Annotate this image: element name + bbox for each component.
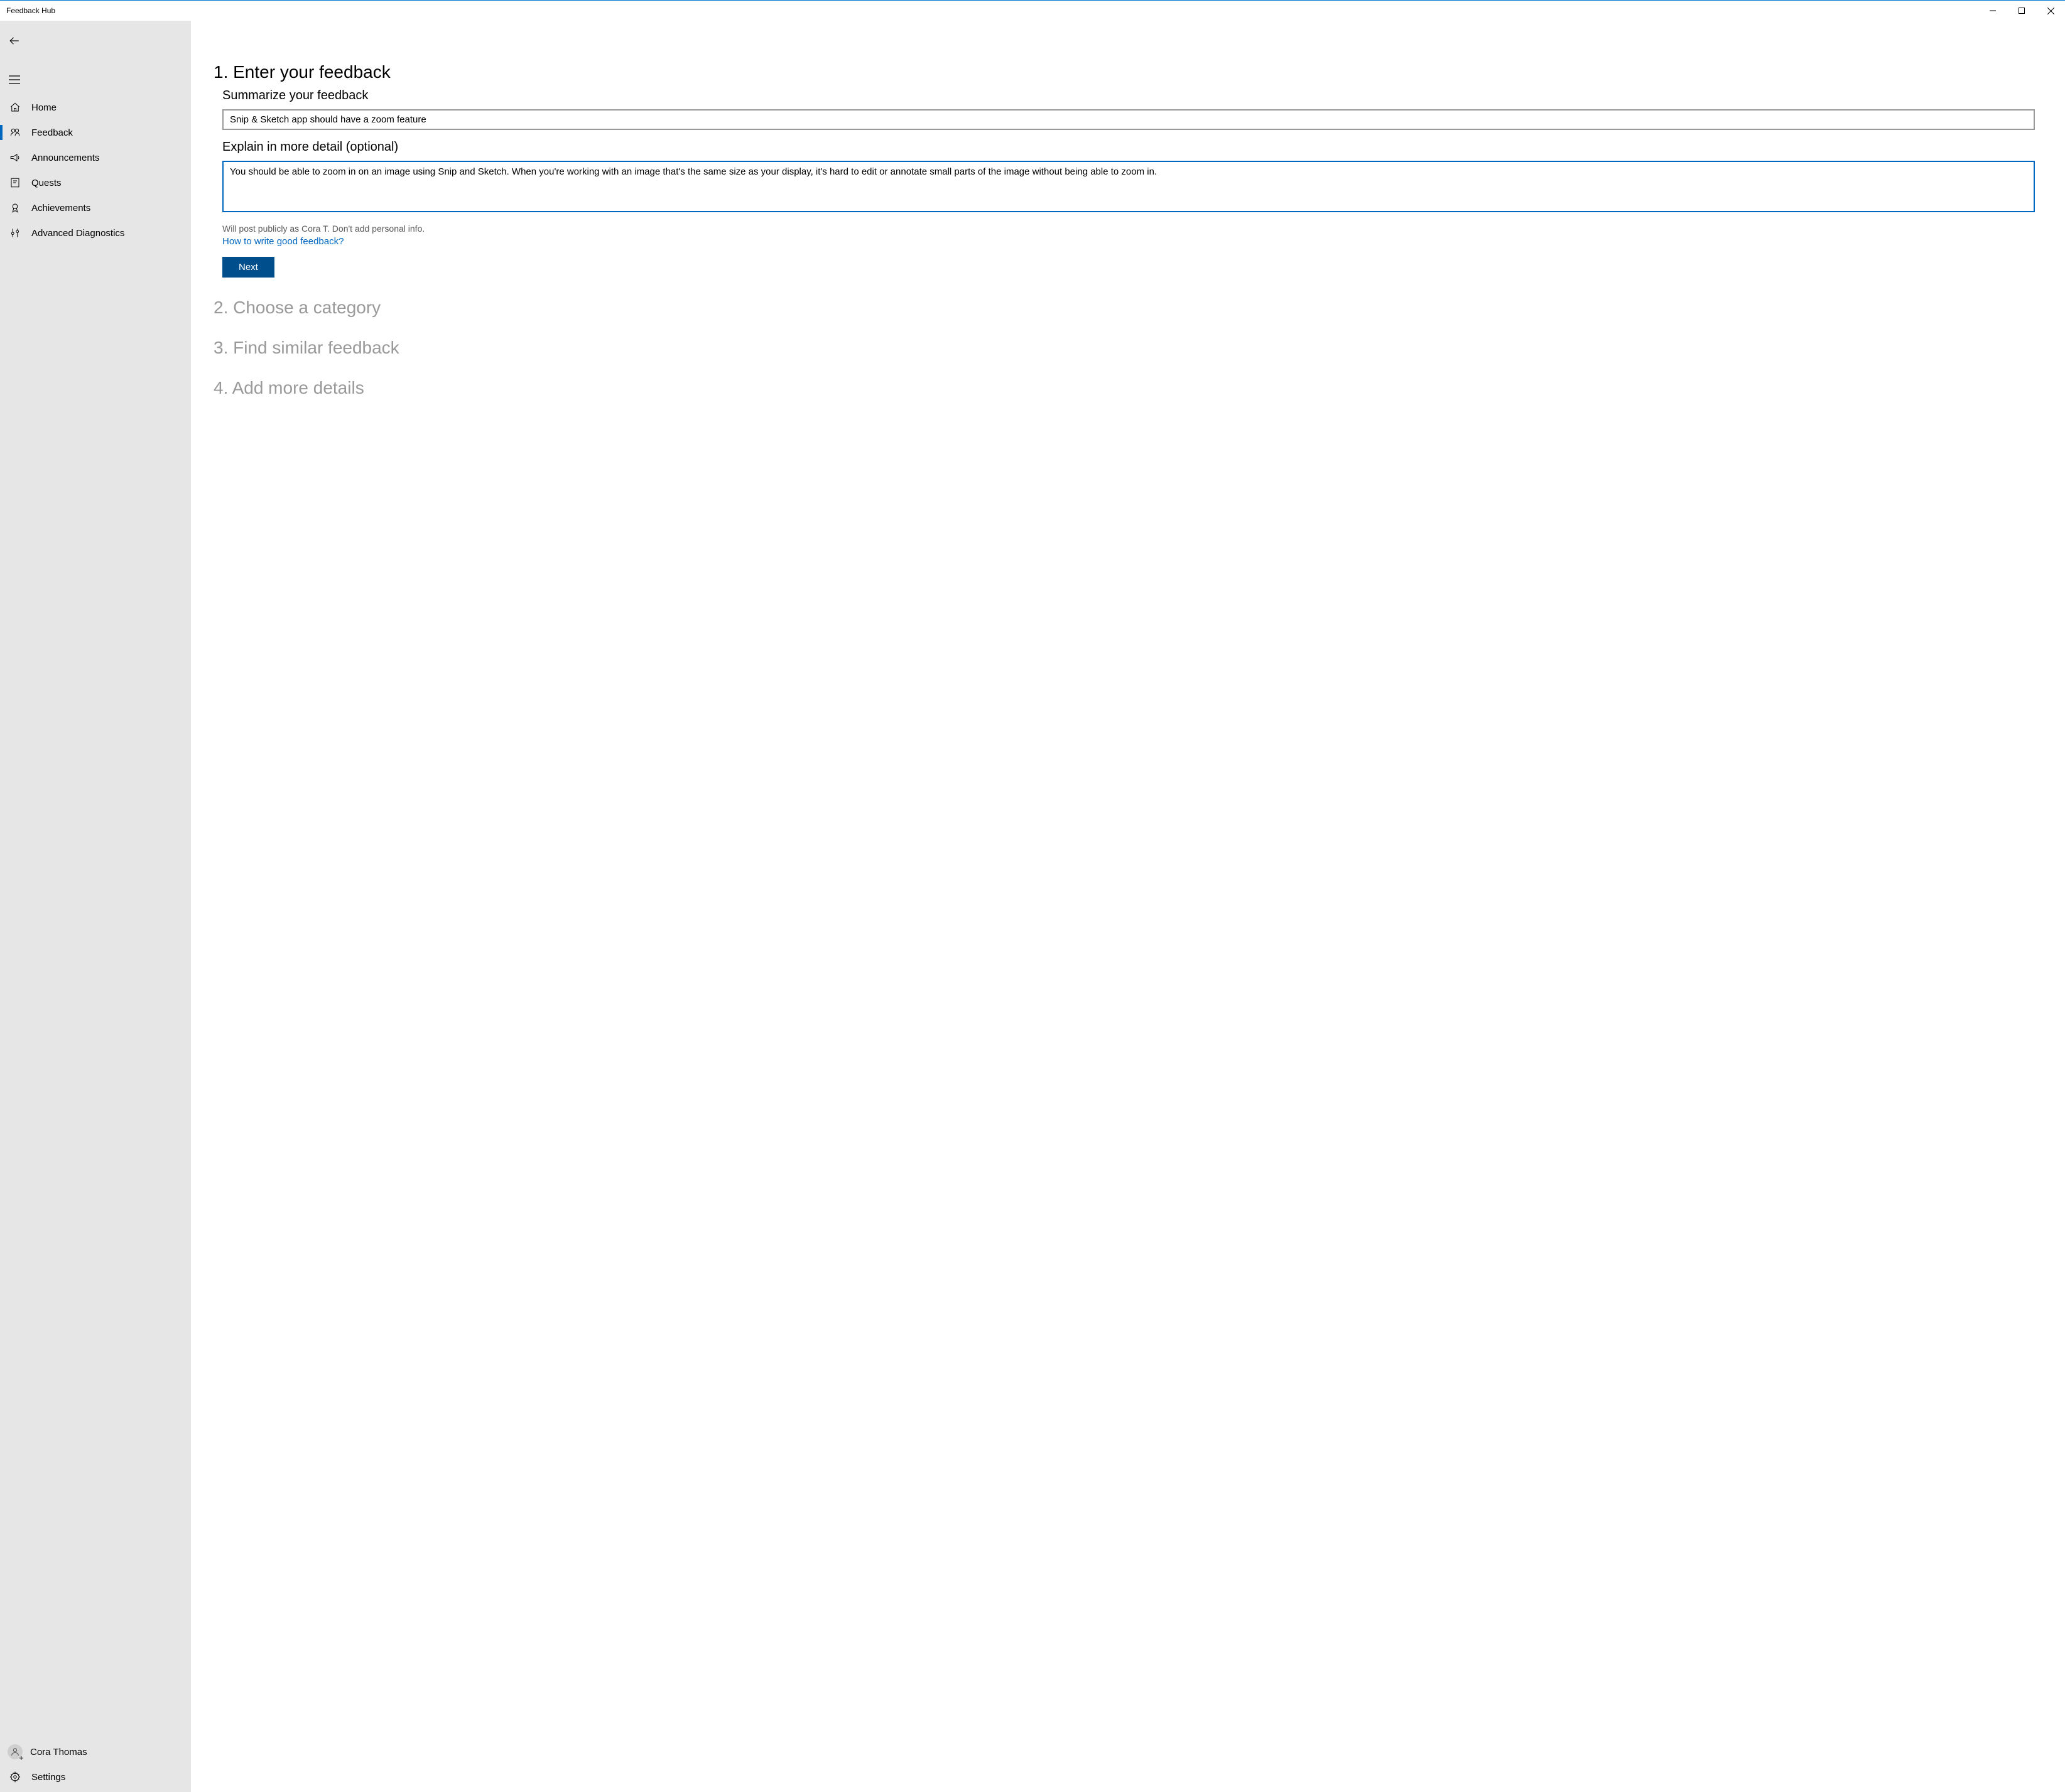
- back-button[interactable]: [0, 28, 191, 53]
- sidebar-item-label: Feedback: [31, 127, 73, 138]
- detail-label: Explain in more detail (optional): [222, 140, 2040, 154]
- quests-icon: [9, 176, 21, 189]
- sidebar-item-announcements[interactable]: Announcements: [0, 145, 191, 170]
- sidebar-item-settings[interactable]: Settings: [0, 1764, 191, 1789]
- summary-input[interactable]: [222, 109, 2035, 130]
- next-button[interactable]: Next: [222, 257, 274, 278]
- home-icon: [9, 101, 21, 114]
- achievements-icon: [9, 202, 21, 214]
- sidebar-item-label: Quests: [31, 178, 62, 188]
- close-button[interactable]: [2036, 1, 2065, 21]
- diagnostics-icon: [9, 227, 21, 239]
- hamburger-button[interactable]: [0, 67, 191, 92]
- step1-heading: 1. Enter your feedback: [214, 62, 2040, 82]
- sidebar-item-label: Advanced Diagnostics: [31, 228, 124, 239]
- sidebar-item-home[interactable]: Home: [0, 95, 191, 120]
- settings-icon: [9, 1771, 21, 1783]
- summary-label: Summarize your feedback: [222, 89, 2040, 103]
- good-feedback-link[interactable]: How to write good feedback?: [222, 236, 344, 247]
- sidebar-item-profile[interactable]: Cora Thomas: [0, 1739, 191, 1764]
- avatar-icon: [8, 1744, 23, 1759]
- sidebar-item-label: Achievements: [31, 203, 90, 213]
- sidebar-item-label: Home: [31, 102, 57, 113]
- minimize-button[interactable]: [1978, 1, 2007, 21]
- sidebar-item-diagnostics[interactable]: Advanced Diagnostics: [0, 220, 191, 246]
- step3-heading: 3. Find similar feedback: [214, 338, 2040, 358]
- feedback-icon: [9, 126, 21, 139]
- sidebar-item-label: Settings: [31, 1772, 65, 1783]
- announcements-icon: [9, 151, 21, 164]
- window-title: Feedback Hub: [0, 6, 1978, 15]
- profile-name: Cora Thomas: [30, 1747, 87, 1757]
- detail-textarea[interactable]: [222, 161, 2035, 212]
- sidebar-item-achievements[interactable]: Achievements: [0, 195, 191, 220]
- sidebar-item-quests[interactable]: Quests: [0, 170, 191, 195]
- maximize-button[interactable]: [2007, 1, 2036, 21]
- sidebar-item-feedback[interactable]: Feedback: [0, 120, 191, 145]
- post-hint: Will post publicly as Cora T. Don't add …: [222, 224, 2040, 234]
- sidebar-item-label: Announcements: [31, 153, 99, 163]
- step2-heading: 2. Choose a category: [214, 298, 2040, 318]
- step4-heading: 4. Add more details: [214, 378, 2040, 398]
